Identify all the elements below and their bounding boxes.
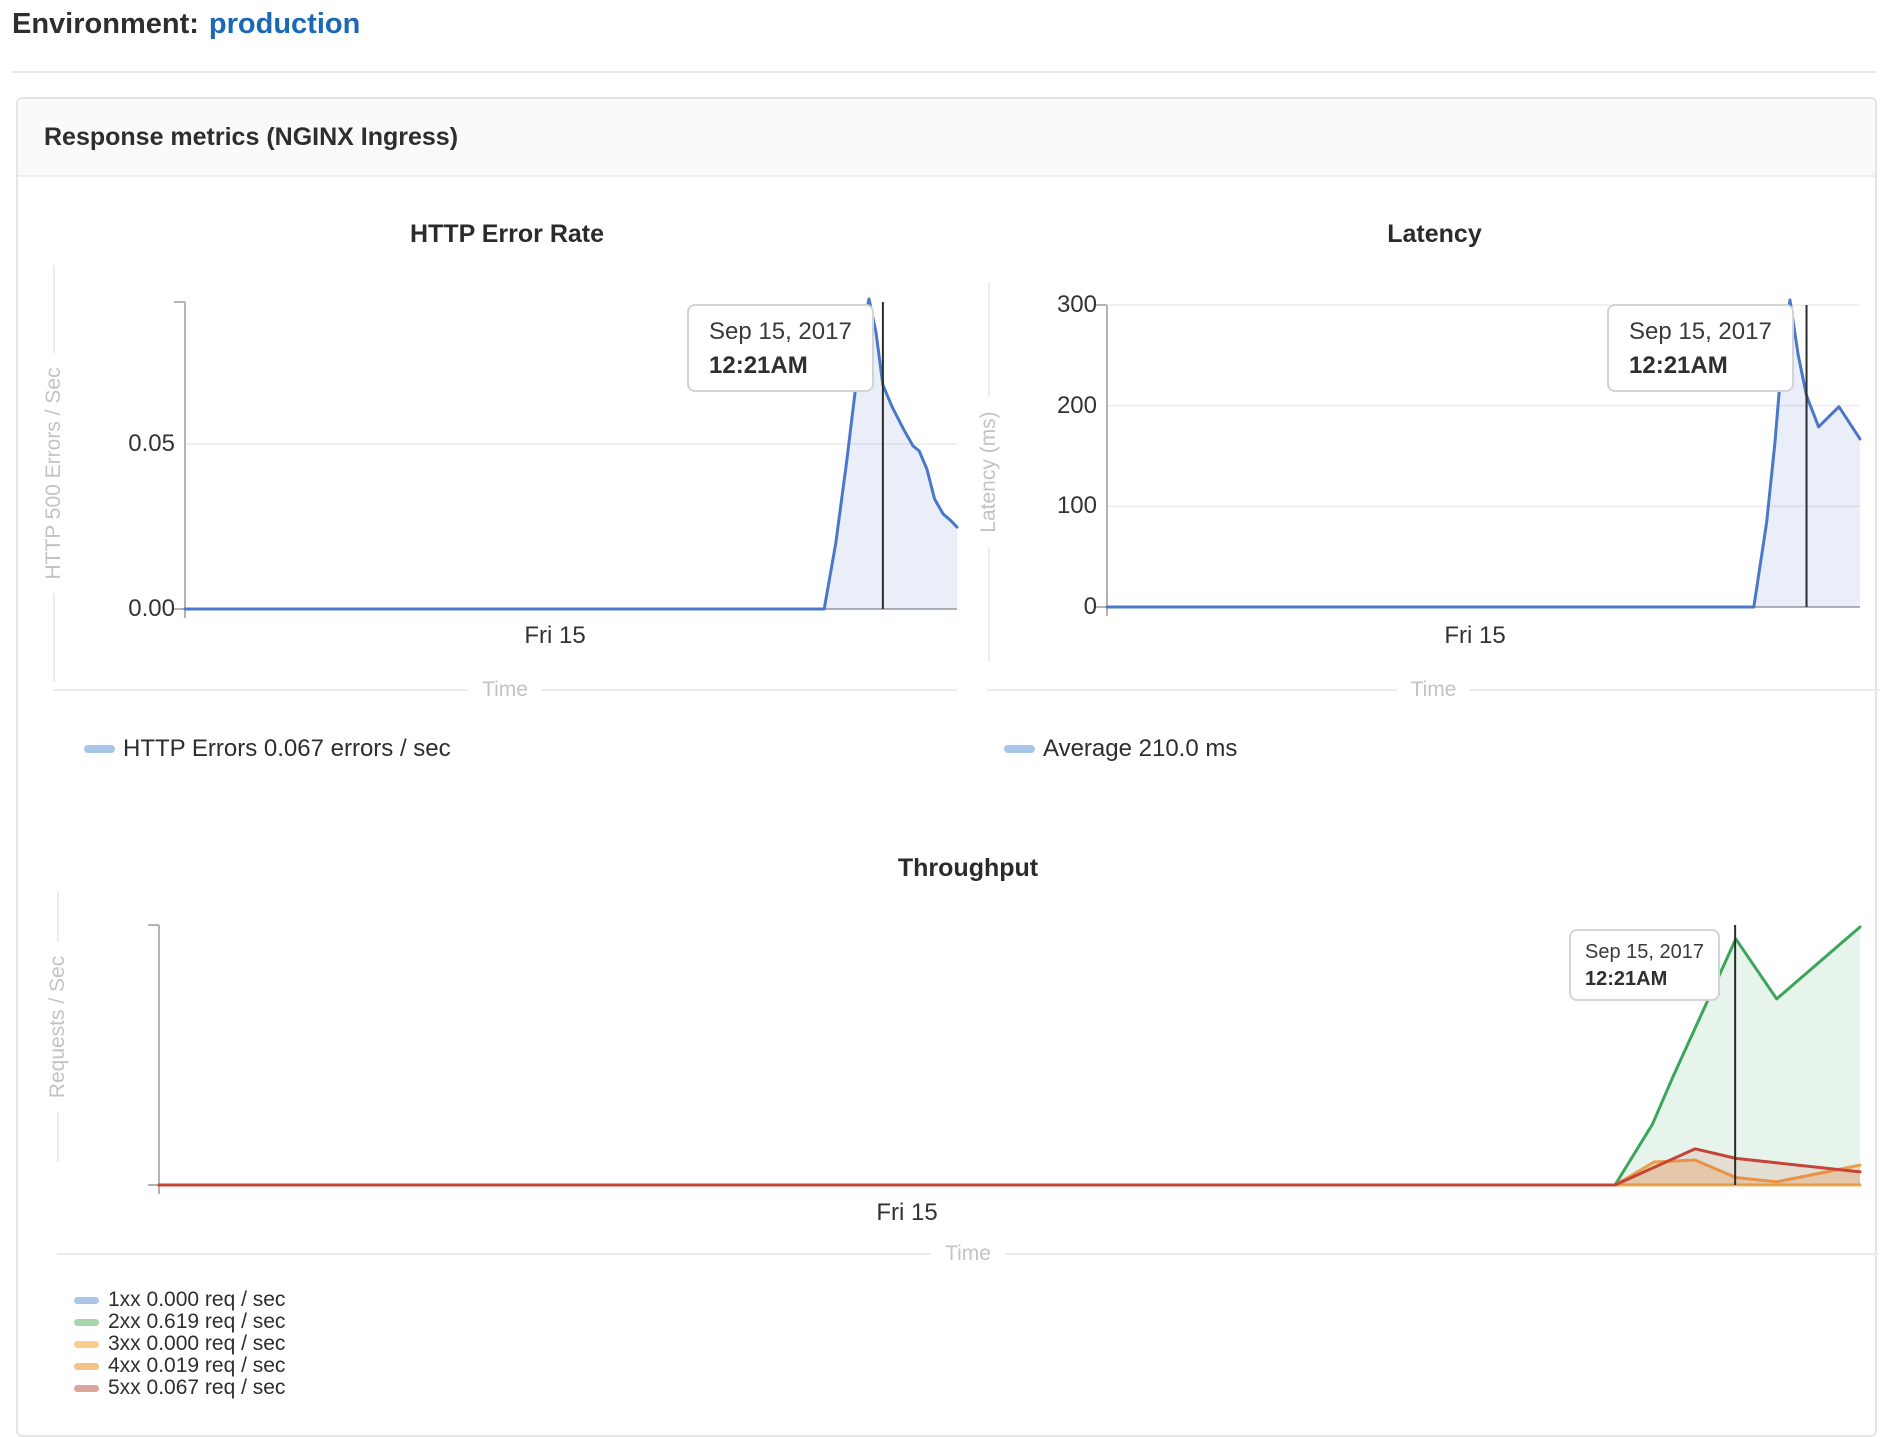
tooltip-date: Sep 15, 2017 bbox=[709, 318, 852, 346]
legend: 1xx 0.000 req / sec 2xx 0.619 req / sec … bbox=[74, 1289, 285, 1399]
legend-label: Average 210.0 ms bbox=[1043, 735, 1237, 763]
hover-tooltip: Sep 15, 2017 12:21AM bbox=[1607, 304, 1794, 392]
legend-label: 1xx 0.000 req / sec bbox=[108, 1288, 285, 1312]
legend-row: 2xx 0.619 req / sec bbox=[74, 1311, 285, 1333]
legend-swatch bbox=[74, 1363, 99, 1370]
chart-http-error-rate: HTTP Error Rate HTTP 500 Errors / Sec Se… bbox=[42, 192, 972, 802]
throughput-plot[interactable] bbox=[42, 842, 1892, 1402]
chart-throughput: Throughput Requests / Sec Sep 15, 2017 1… bbox=[42, 842, 1892, 1402]
error-rate-plot[interactable] bbox=[42, 192, 972, 802]
chart-latency: Latency Latency (ms) Sep 15, 2017 12:21A… bbox=[975, 192, 1892, 802]
legend-row: HTTP Errors 0.067 errors / sec bbox=[84, 734, 451, 764]
legend-row: 5xx 0.067 req / sec bbox=[74, 1377, 285, 1399]
legend-swatch bbox=[74, 1297, 99, 1304]
legend-swatch bbox=[74, 1319, 99, 1326]
page-title: Environment: production bbox=[12, 8, 360, 41]
legend-swatch bbox=[74, 1385, 99, 1392]
legend-swatch bbox=[74, 1341, 99, 1348]
metrics-panel: Response metrics (NGINX Ingress) HTTP Er… bbox=[16, 97, 1877, 1437]
legend-row: 1xx 0.000 req / sec bbox=[74, 1289, 285, 1311]
legend: Average 210.0 ms bbox=[1004, 734, 1237, 764]
latency-plot[interactable] bbox=[975, 192, 1892, 802]
legend-label: 2xx 0.619 req / sec bbox=[108, 1310, 285, 1334]
legend-label: 3xx 0.000 req / sec bbox=[108, 1332, 285, 1356]
tooltip-date: Sep 15, 2017 bbox=[1585, 941, 1704, 964]
legend-label: 4xx 0.019 req / sec bbox=[108, 1354, 285, 1378]
legend-row: 3xx 0.000 req / sec bbox=[74, 1333, 285, 1355]
tooltip-date: Sep 15, 2017 bbox=[1629, 318, 1772, 346]
legend-label: 5xx 0.067 req / sec bbox=[108, 1376, 285, 1400]
header-divider bbox=[12, 71, 1877, 73]
hover-tooltip: Sep 15, 2017 12:21AM bbox=[1569, 929, 1720, 1001]
hover-tooltip: Sep 15, 2017 12:21AM bbox=[687, 304, 874, 392]
tooltip-time: 12:21AM bbox=[709, 352, 852, 380]
tooltip-time: 12:21AM bbox=[1585, 968, 1704, 991]
legend-label: HTTP Errors 0.067 errors / sec bbox=[123, 735, 451, 763]
environment-label: Environment: bbox=[12, 8, 199, 40]
environment-link[interactable]: production bbox=[209, 8, 360, 40]
legend-row: 4xx 0.019 req / sec bbox=[74, 1355, 285, 1377]
legend-swatch bbox=[84, 745, 115, 753]
tooltip-time: 12:21AM bbox=[1629, 352, 1772, 380]
panel-title: Response metrics (NGINX Ingress) bbox=[18, 99, 1875, 177]
legend: HTTP Errors 0.067 errors / sec bbox=[84, 734, 451, 764]
legend-swatch bbox=[1004, 745, 1035, 753]
legend-row: Average 210.0 ms bbox=[1004, 734, 1237, 764]
